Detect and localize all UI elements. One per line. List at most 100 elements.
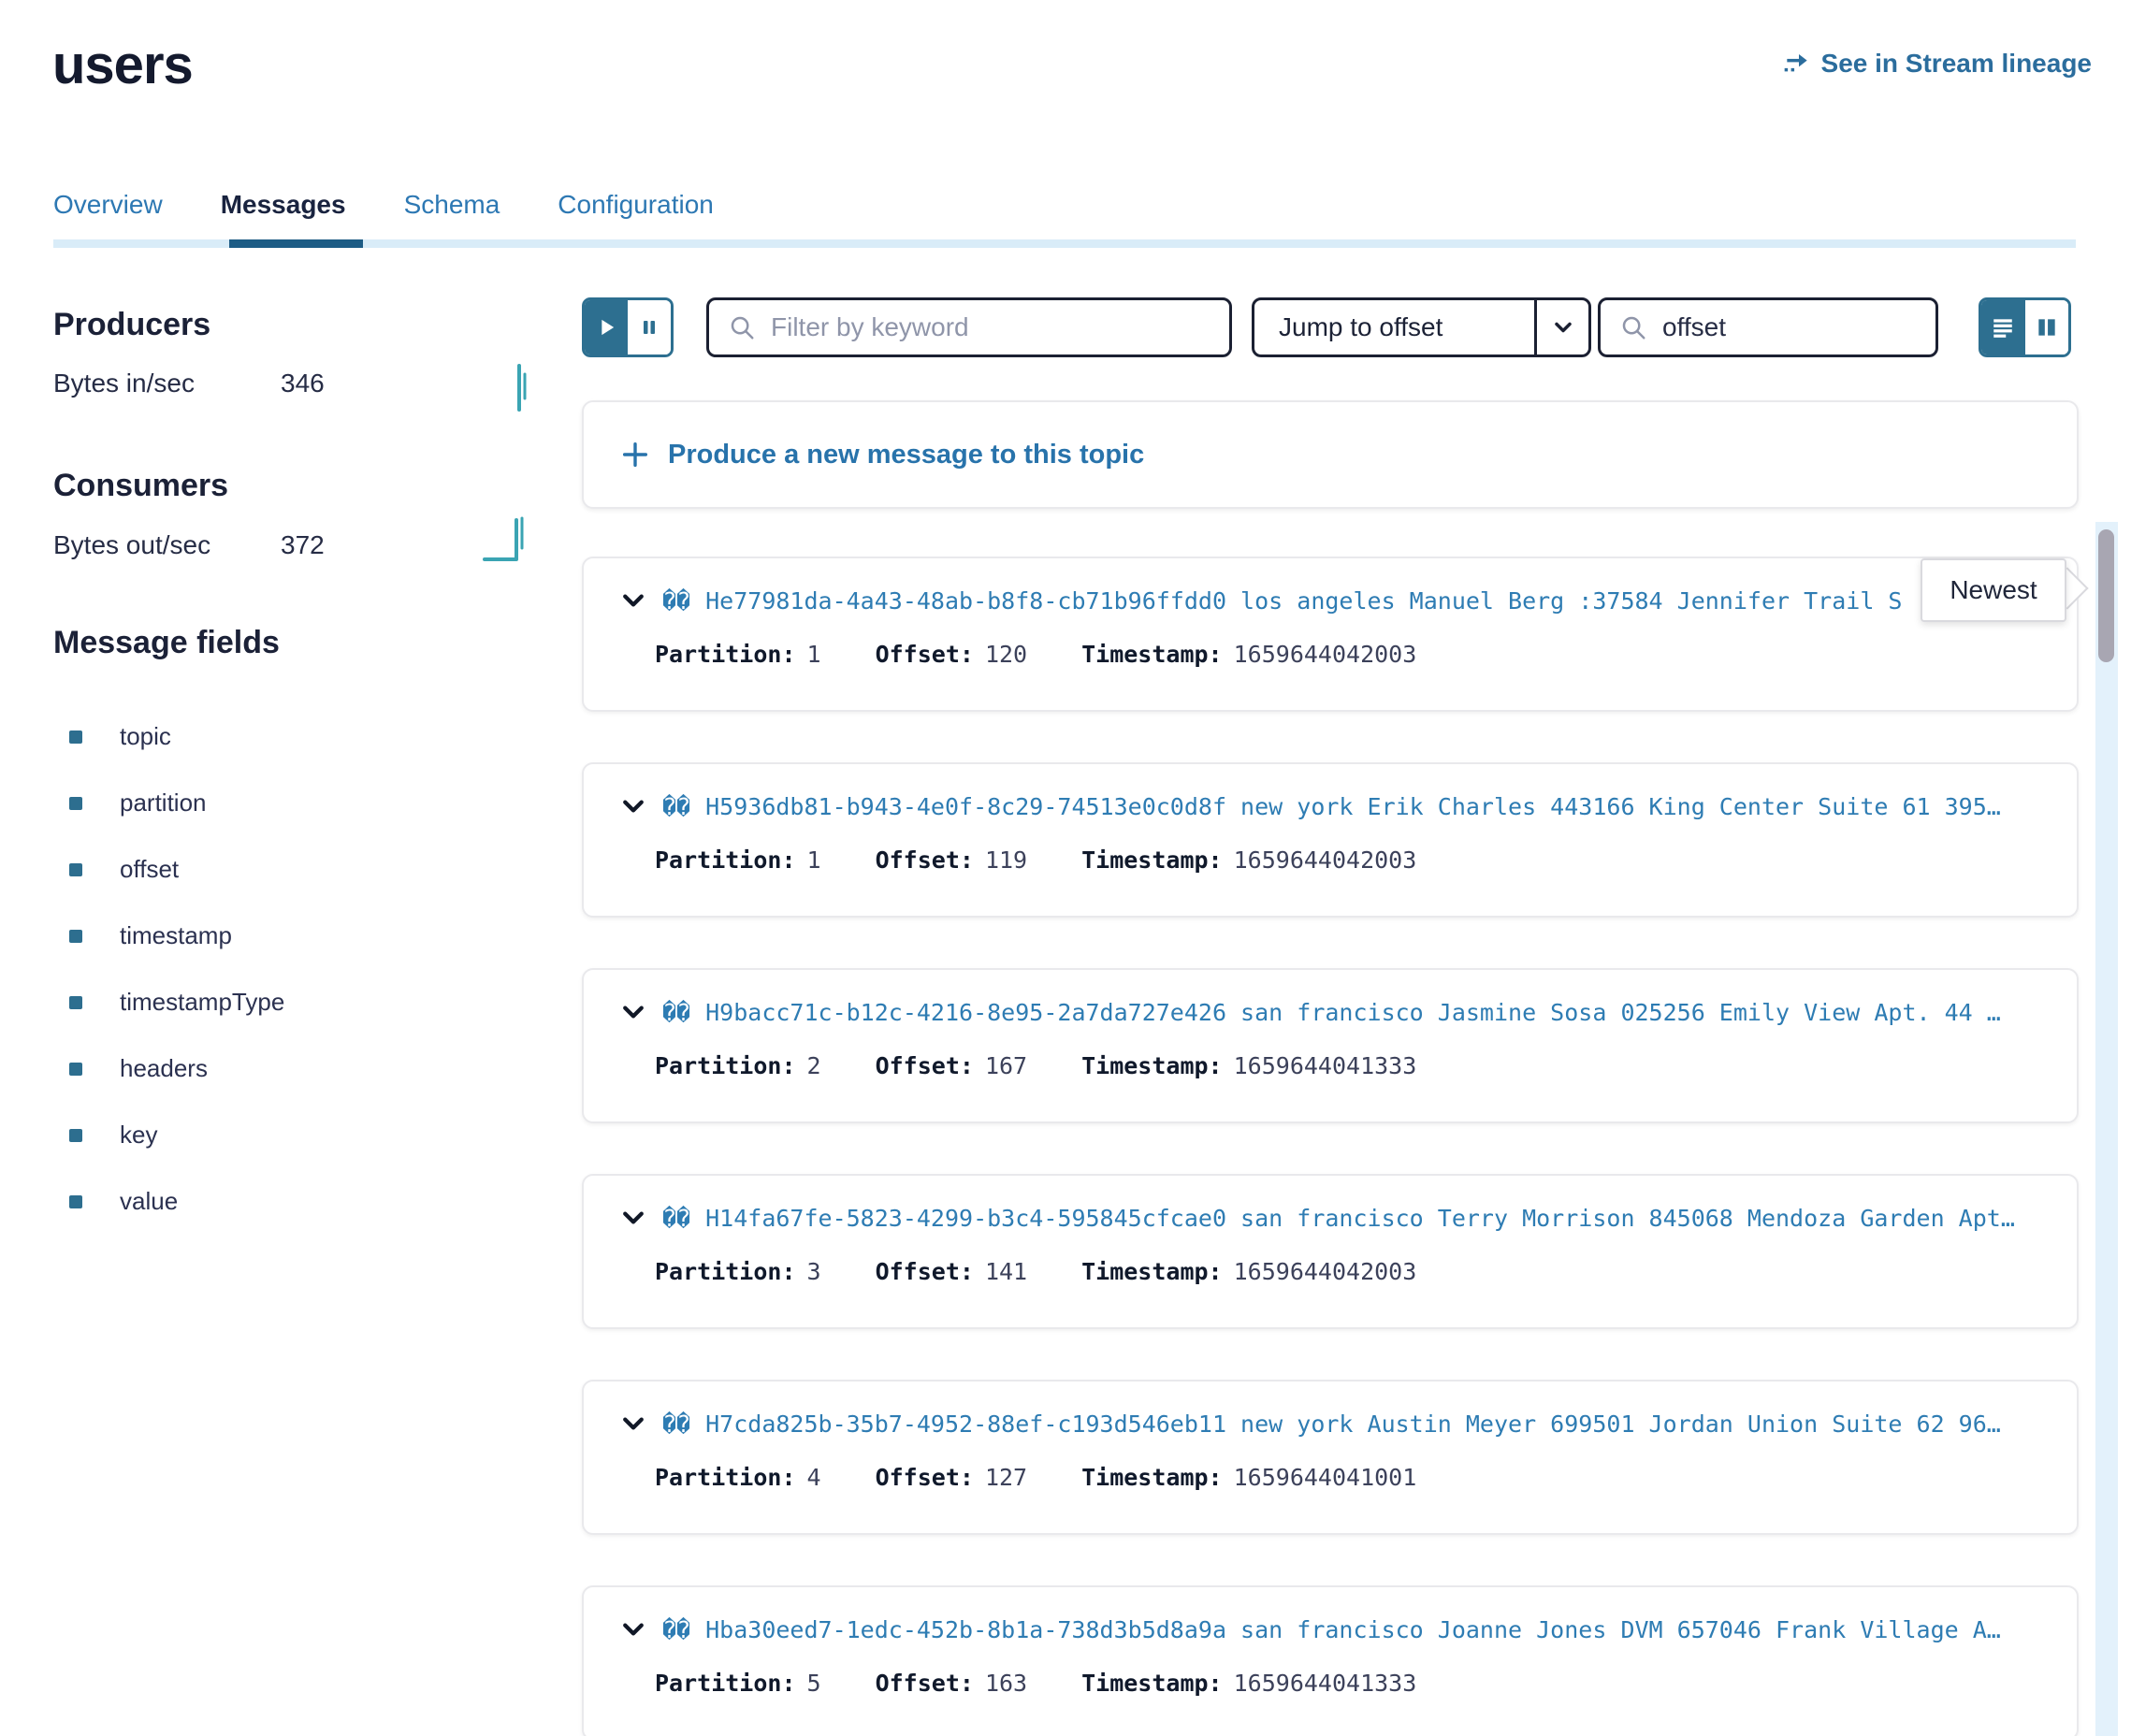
partition-meta: Partition: 2 (655, 1052, 821, 1079)
jump-to-offset-select[interactable]: Jump to offset (1252, 297, 1591, 357)
field-item-value[interactable]: value (69, 1168, 284, 1235)
timestamp-meta: Timestamp: 1659644041001 (1081, 1464, 1416, 1491)
message-fields-list: topic partition offset timestamp timesta… (69, 703, 284, 1235)
tab-schema[interactable]: Schema (404, 190, 500, 220)
tab-configuration[interactable]: Configuration (558, 190, 714, 220)
message-row[interactable]: �� H9bacc71c-b12c-4216-8e95-2a7da727e426… (582, 968, 2079, 1123)
offset-label: Offset: (876, 1052, 974, 1079)
message-row-header: �� Hba30eed7-1edc-452b-8b1a-738d3b5d8a9a… (619, 1615, 2058, 1643)
field-item-timestampType[interactable]: timestampType (69, 969, 284, 1035)
field-item-topic[interactable]: topic (69, 703, 284, 770)
message-key[interactable]: H5936db81-b943-4e0f-8c29-74513e0c0d8f ne… (705, 793, 2001, 820)
scrollbar-thumb[interactable] (2098, 529, 2114, 662)
message-row-header: �� H5936db81-b943-4e0f-8c29-74513e0c0d8f… (619, 792, 2058, 820)
bytes-out-sparkline (483, 513, 537, 565)
field-bullet-icon (69, 797, 82, 810)
tab-messages[interactable]: Messages (221, 190, 346, 220)
message-meta: Partition: 1 Offset: 120 Timestamp: 1659… (655, 641, 1471, 668)
chevron-down-icon[interactable] (619, 792, 647, 820)
offset-search-input[interactable]: offset (1598, 297, 1938, 357)
partition-value: 1 (807, 846, 821, 874)
produce-message-button[interactable]: Produce a new message to this topic (582, 400, 2079, 509)
message-key[interactable]: H14fa67fe-5823-4299-b3c4-595845cfcae0 sa… (705, 1205, 2015, 1232)
chevron-down-icon[interactable] (619, 1204, 647, 1232)
bytes-in-label: Bytes in/sec (53, 369, 281, 398)
timestamp-value: 1659644041001 (1234, 1464, 1417, 1491)
partition-meta: Partition: 3 (655, 1258, 821, 1285)
timestamp-meta: Timestamp: 1659644041333 (1081, 1052, 1416, 1079)
chevron-down-icon[interactable] (619, 998, 647, 1026)
column-view-icon (2035, 315, 2059, 340)
partition-label: Partition: (655, 1258, 796, 1285)
partition-meta: Partition: 1 (655, 641, 821, 668)
message-key[interactable]: H7cda825b-35b7-4952-88ef-c193d546eb11 ne… (705, 1410, 2001, 1438)
message-row[interactable]: �� H7cda825b-35b7-4952-88ef-c193d546eb11… (582, 1380, 2079, 1535)
offset-label: Offset: (876, 846, 974, 874)
message-list: �� He77981da-4a43-48ab-b8f8-cb71b96ffdd0… (582, 557, 2079, 1736)
field-item-key[interactable]: key (69, 1102, 284, 1168)
offset-meta: Offset: 141 (876, 1258, 1028, 1285)
chevron-down-icon[interactable] (619, 586, 647, 615)
offset-value: 119 (985, 846, 1027, 874)
offset-meta: Offset: 163 (876, 1670, 1028, 1697)
filter-placeholder: Filter by keyword (771, 312, 969, 342)
message-key[interactable]: H9bacc71c-b12c-4216-8e95-2a7da727e426 sa… (705, 999, 2001, 1026)
field-bullet-icon (69, 1063, 82, 1076)
offset-search-value: offset (1662, 312, 1726, 342)
offset-label: Offset: (876, 641, 974, 668)
produce-message-label: Produce a new message to this topic (668, 440, 1144, 470)
filter-keyword-input[interactable]: Filter by keyword (706, 297, 1232, 357)
scrollbar-track[interactable] (2095, 522, 2118, 1736)
key-bytes-icon: �� (662, 793, 690, 820)
timestamp-meta: Timestamp: 1659644042003 (1081, 641, 1416, 668)
timestamp-label: Timestamp: (1081, 1464, 1223, 1491)
offset-value: 167 (985, 1052, 1027, 1079)
tab-overview[interactable]: Overview (53, 190, 163, 220)
timestamp-label: Timestamp: (1081, 641, 1223, 668)
see-in-stream-lineage-link[interactable]: See in Stream lineage (1782, 49, 2092, 79)
field-bullet-icon (69, 930, 82, 943)
offset-value: 127 (985, 1464, 1027, 1491)
field-item-offset[interactable]: offset (69, 836, 284, 903)
field-item-headers[interactable]: headers (69, 1035, 284, 1102)
key-bytes-icon: �� (662, 1616, 690, 1643)
active-tab-underline (229, 239, 363, 248)
field-item-timestamp[interactable]: timestamp (69, 903, 284, 969)
column-view-button[interactable] (2025, 300, 2069, 354)
bytes-out-label: Bytes out/sec (53, 530, 281, 560)
field-item-partition[interactable]: partition (69, 770, 284, 836)
message-fields-heading: Message fields (53, 625, 280, 661)
timestamp-value: 1659644041333 (1234, 1670, 1417, 1697)
message-row[interactable]: �� H14fa67fe-5823-4299-b3c4-595845cfcae0… (582, 1174, 2079, 1329)
pause-icon (638, 316, 660, 339)
list-view-button[interactable] (1981, 300, 2025, 354)
message-key[interactable]: Hba30eed7-1edc-452b-8b1a-738d3b5d8a9a sa… (705, 1616, 2001, 1643)
message-row-header: �� He77981da-4a43-48ab-b8f8-cb71b96ffdd0… (619, 586, 2058, 615)
timestamp-value: 1659644042003 (1234, 641, 1417, 668)
key-bytes-icon: �� (662, 1205, 690, 1232)
partition-label: Partition: (655, 846, 796, 874)
partition-label: Partition: (655, 641, 796, 668)
message-meta: Partition: 2 Offset: 167 Timestamp: 1659… (655, 1052, 1471, 1079)
message-row[interactable]: �� H5936db81-b943-4e0f-8c29-74513e0c0d8f… (582, 762, 2079, 918)
chevron-down-icon (1537, 314, 1588, 340)
search-icon (728, 313, 756, 341)
play-button[interactable] (585, 300, 628, 354)
message-key[interactable]: He77981da-4a43-48ab-b8f8-cb71b96ffdd0 lo… (705, 587, 1902, 615)
partition-meta: Partition: 1 (655, 846, 821, 874)
chevron-down-icon[interactable] (619, 1410, 647, 1438)
partition-value: 5 (807, 1670, 821, 1697)
offset-label: Offset: (876, 1464, 974, 1491)
see-in-stream-lineage-label: See in Stream lineage (1821, 49, 2092, 79)
message-meta: Partition: 1 Offset: 119 Timestamp: 1659… (655, 846, 1471, 874)
partition-value: 3 (807, 1258, 821, 1285)
message-row[interactable]: �� Hba30eed7-1edc-452b-8b1a-738d3b5d8a9a… (582, 1585, 2079, 1736)
field-bullet-icon (69, 996, 82, 1009)
chevron-down-icon[interactable] (619, 1615, 647, 1643)
partition-value: 4 (807, 1464, 821, 1491)
message-row[interactable]: �� He77981da-4a43-48ab-b8f8-cb71b96ffdd0… (582, 557, 2079, 712)
timestamp-label: Timestamp: (1081, 1258, 1223, 1285)
topic-messages-page: users See in Stream lineage Overview Mes… (0, 0, 2131, 1736)
offset-value: 120 (985, 641, 1027, 668)
pause-button[interactable] (628, 300, 671, 354)
